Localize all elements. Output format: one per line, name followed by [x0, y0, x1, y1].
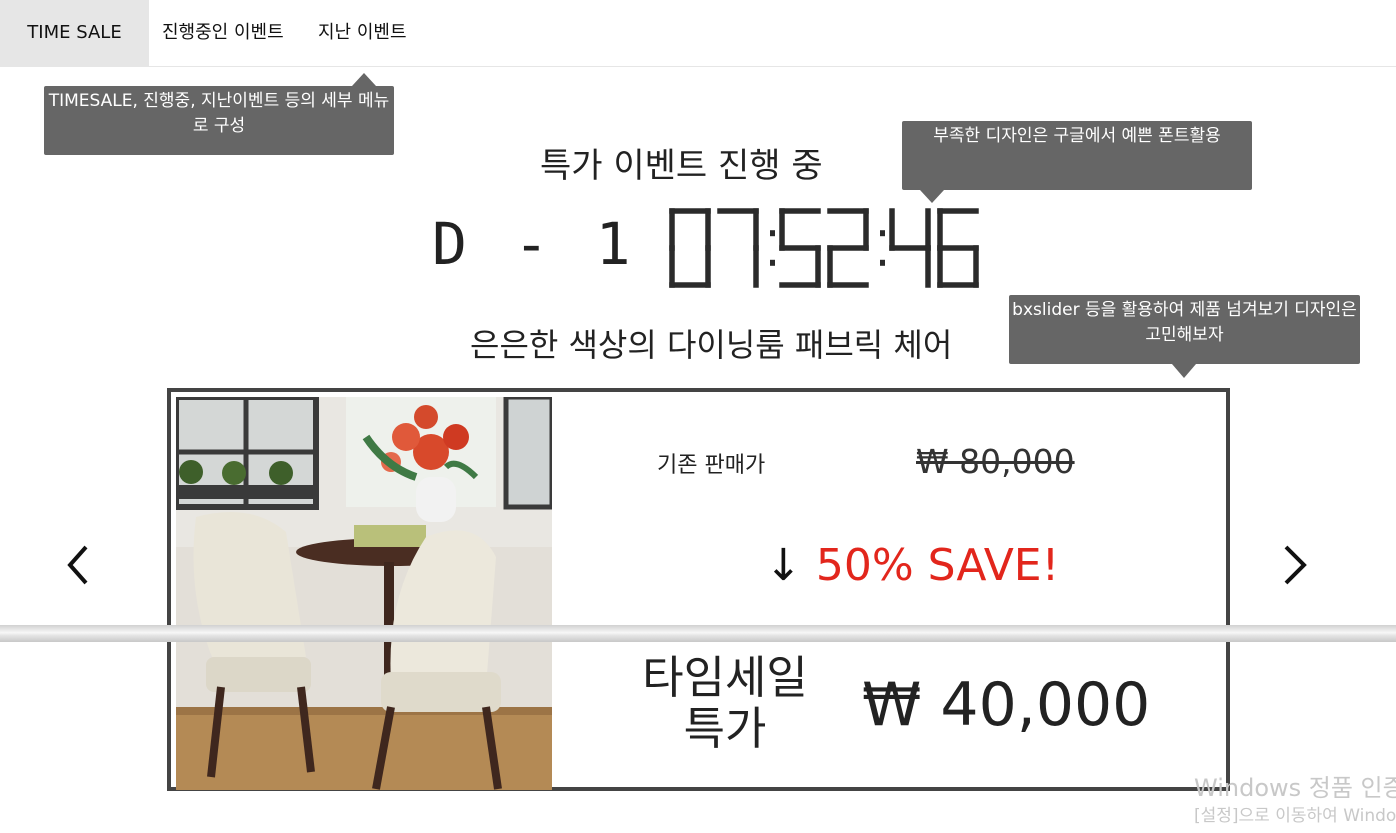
product-image[interactable]: [176, 397, 552, 790]
slider-prev-button[interactable]: [60, 540, 100, 590]
chevron-left-icon: [67, 545, 88, 585]
timer-digit: [827, 208, 869, 288]
tooltip-menu-note: TIMESALE, 진행중, 지난이벤트 등의 세부 메뉴로 구성: [44, 73, 394, 155]
timer-digit: [717, 208, 759, 288]
tab-ongoing-events[interactable]: 진행중인 이벤트: [162, 0, 284, 66]
event-tab-bar: TIME SALE 진행중인 이벤트 지난 이벤트: [0, 0, 1396, 67]
event-title: 특가 이벤트 진행 중: [540, 146, 823, 186]
discount-row: ↓ 50% SAVE!: [765, 540, 1059, 591]
dday-counter: D - 1: [432, 210, 637, 278]
sale-label-line2: 특가: [683, 702, 767, 755]
sale-label: 타임세일 특가: [630, 652, 820, 754]
discount-badge: 50% SAVE!: [815, 540, 1060, 591]
windows-activation-hint: [설정]으로 이동하여 Windows: [1194, 806, 1396, 826]
timer-digit: [779, 208, 821, 288]
timer-digit: [669, 208, 711, 288]
tooltip-font-note: 부족한 디자인은 구글에서 예쁜 폰트활용: [902, 121, 1252, 203]
horizontal-scrollbar[interactable]: [0, 625, 1396, 642]
product-title: 은은한 색상의 다이닝룸 패브릭 체어: [470, 326, 953, 364]
tab-past-events[interactable]: 지난 이벤트: [318, 0, 407, 66]
tab-time-sale[interactable]: TIME SALE: [0, 0, 149, 66]
timer-digit: [889, 208, 931, 288]
original-price: ₩ 80,000: [916, 442, 1075, 481]
slider-next-button[interactable]: [1276, 540, 1316, 590]
original-price-label: 기존 판매가: [657, 453, 766, 478]
sale-price: ₩ 40,000: [862, 670, 1151, 740]
timer-digit: [937, 208, 979, 288]
chevron-right-icon: [1284, 545, 1307, 585]
tooltip-slider-note: bxslider 등을 활용하여 제품 넘겨보기 디자인은 고민해보자: [1009, 295, 1360, 378]
down-arrow-icon: ↓: [765, 540, 802, 591]
countdown-timer: [669, 208, 979, 288]
windows-activation-watermark: Windows 정품 인증: [1194, 774, 1396, 802]
sale-label-line1: 타임세일: [642, 651, 808, 704]
